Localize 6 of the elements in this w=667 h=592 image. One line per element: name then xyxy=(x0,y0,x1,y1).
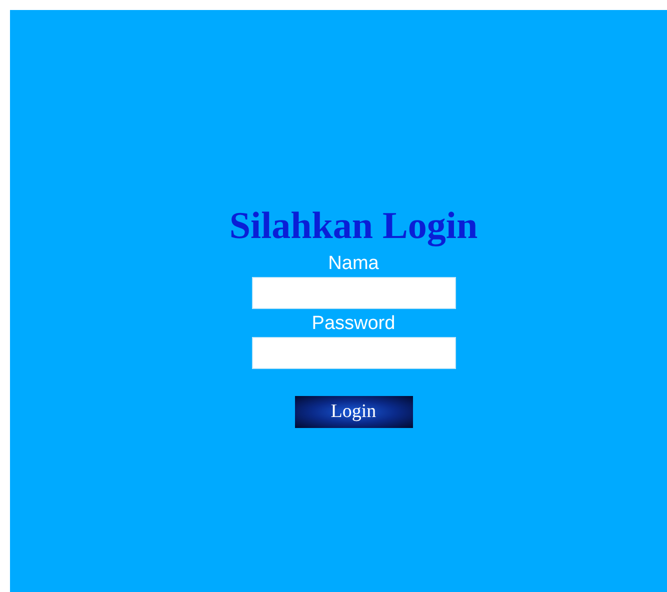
field-label: Nama xyxy=(328,253,379,275)
input-field[interactable] xyxy=(252,277,456,309)
page-title: Silahkan Login xyxy=(229,204,478,249)
field-label: Password xyxy=(312,313,396,335)
input-field[interactable] xyxy=(252,337,456,369)
login-button[interactable]: Login xyxy=(294,396,412,428)
